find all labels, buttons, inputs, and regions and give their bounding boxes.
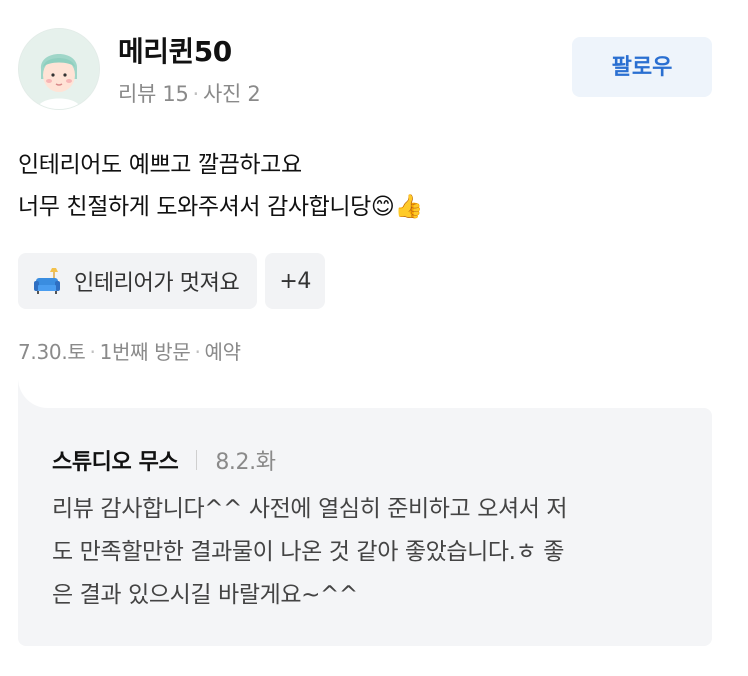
review-line: 인테리어도 예쁘고 깔끔하고요 bbox=[18, 152, 302, 178]
visit-date: 7.30.토 bbox=[18, 340, 86, 364]
reply-divider bbox=[196, 450, 198, 470]
reply-line: 도 만족할만한 결과물이 나온 것 같아 좋았습니다.ㅎ 좋 bbox=[52, 539, 565, 565]
separator-dot: · bbox=[194, 340, 201, 364]
tag-interior[interactable]: 인테리어가 멋져요 bbox=[18, 253, 258, 309]
visit-info: 7.30.토 · 1번째 방문 · 예약 bbox=[18, 336, 241, 365]
visit-type: 예약 bbox=[204, 340, 242, 364]
review-body: 인테리어도 예쁘고 깔끔하고요 너무 친절하게 도와주셔서 감사합니당😊👍 bbox=[18, 144, 423, 228]
separator-dot: · bbox=[89, 340, 96, 364]
avatar[interactable] bbox=[18, 28, 100, 110]
reply-line: 리뷰 감사합니다^^ 사전에 열심히 준비하고 오셔서 저 bbox=[52, 496, 568, 522]
review-count: 리뷰 15 bbox=[118, 82, 189, 106]
reviewer-stats: 리뷰 15 · 사진 2 bbox=[118, 78, 261, 108]
review-line: 너무 친절하게 도와주셔서 감사합니당😊👍 bbox=[18, 194, 423, 220]
keyword-tags: 인테리어가 멋져요 +4 bbox=[18, 253, 325, 309]
follow-button[interactable]: 팔로우 bbox=[572, 37, 712, 97]
avatar-illustration-icon bbox=[19, 29, 99, 109]
reviewer-name[interactable]: 메리퀸50 bbox=[118, 30, 232, 70]
reply-author[interactable]: 스튜디오 무스 bbox=[52, 444, 179, 476]
visit-count: 1번째 방문 bbox=[99, 340, 191, 364]
reply-date: 8.2.화 bbox=[215, 450, 276, 475]
reply-body: 리뷰 감사합니다^^ 사전에 열심히 준비하고 오셔서 저 도 만족할만한 결과… bbox=[52, 488, 682, 617]
reply-header: 스튜디오 무스 8.2.화 bbox=[52, 444, 276, 476]
sofa-icon bbox=[32, 266, 62, 296]
more-tags-button[interactable]: +4 bbox=[265, 253, 325, 309]
reply-line: 은 결과 있으시길 바랄게요~^^ bbox=[52, 582, 358, 608]
separator-dot: · bbox=[192, 82, 200, 106]
tag-label: 인테리어가 멋져요 bbox=[74, 271, 240, 296]
photo-count: 사진 2 bbox=[202, 82, 261, 106]
reply-bubble-tail-mask bbox=[18, 370, 98, 408]
